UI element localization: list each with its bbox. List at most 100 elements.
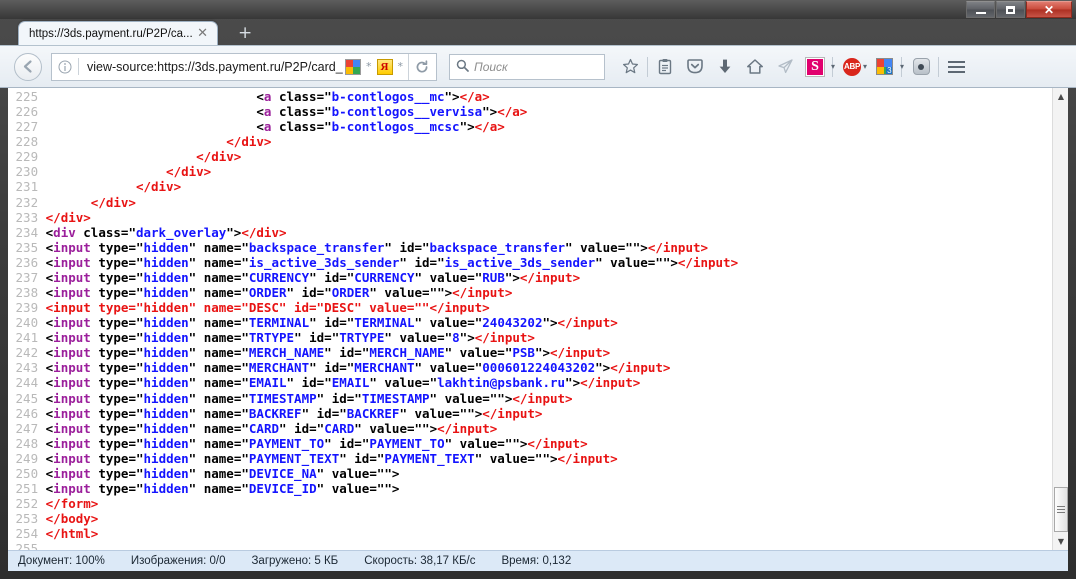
code-line: 236 <input type="hidden" name="is_active…: [8, 254, 739, 270]
line-number: 233: [8, 209, 39, 225]
line-number: 232: [8, 194, 39, 210]
scroll-down-button[interactable]: ▼: [1053, 533, 1068, 550]
line-number: 228: [8, 134, 39, 150]
line-number: 235: [8, 239, 39, 255]
vertical-scrollbar[interactable]: ▲ ▼: [1052, 88, 1068, 550]
code-line: 246 <input type="hidden" name="BACKREF" …: [8, 405, 543, 421]
code-line: 244 <input type="hidden" name="EMAIL" id…: [8, 375, 641, 391]
code-line: 243 <input type="hidden" name="MERCHANT"…: [8, 360, 671, 376]
gplus-icon: 3: [875, 58, 893, 75]
abp-chevron-down-icon[interactable]: ▾: [863, 62, 867, 71]
yandex-star-icon[interactable]: *: [398, 60, 404, 73]
skype-chevron-down-icon[interactable]: ▾: [831, 62, 835, 71]
browser-tab[interactable]: https://3ds.payment.ru/P2P/ca... ✕: [18, 21, 218, 45]
home-button[interactable]: [740, 52, 770, 82]
title-bar: ✕: [0, 0, 1076, 19]
abp-icon: ABP: [843, 57, 862, 76]
gplus-badge: 3: [886, 66, 892, 75]
line-number: 250: [8, 465, 39, 481]
line-number: 241: [8, 330, 39, 346]
eye-pupil: [918, 63, 925, 70]
toolbar-icons: S ▾ ABP ▾ 3 ▾: [615, 52, 971, 82]
code-line: 252 </form>: [8, 496, 99, 512]
yandex-search-engine-icon[interactable]: Я: [376, 58, 393, 75]
search-input[interactable]: Поиск: [474, 60, 508, 74]
code-line: 248 <input type="hidden" name="PAYMENT_T…: [8, 435, 588, 451]
line-number: 227: [8, 119, 39, 135]
line-number: 249: [8, 450, 39, 466]
code-line: 231 </div>: [8, 179, 182, 195]
back-arrow-icon: [23, 60, 32, 73]
bookmark-star-button[interactable]: [615, 52, 645, 82]
browser-window: ✕ https://3ds.payment.ru/P2P/ca... ✕ + v…: [0, 0, 1076, 579]
reading-list-button[interactable]: [650, 52, 680, 82]
html-source-code[interactable]: 225 <a class="b-contlogos__mc"></a> 226 …: [8, 89, 1052, 550]
code-line: 233 </div>: [8, 209, 91, 225]
site-identity-icon[interactable]: [52, 60, 78, 74]
privacy-badger-button[interactable]: [906, 52, 936, 82]
code-line: 225 <a class="b-contlogos__mc"></a>: [8, 89, 490, 104]
line-number: 237: [8, 269, 39, 285]
pocket-save-button[interactable]: [680, 52, 710, 82]
menu-button[interactable]: [941, 52, 971, 82]
line-number: 240: [8, 315, 39, 331]
scrollbar-thumb[interactable]: [1054, 487, 1068, 532]
code-scroll-area[interactable]: 225 <a class="b-contlogos__mc"></a> 226 …: [8, 88, 1052, 550]
send-tab-button[interactable]: [770, 52, 800, 82]
line-number: 225: [8, 89, 39, 104]
tab-strip: https://3ds.payment.ru/P2P/ca... ✕ +: [0, 19, 1076, 45]
maximize-button[interactable]: [996, 1, 1025, 18]
google-icon-q1: [346, 59, 353, 67]
code-line: 234 <div class="dark_overlay"></div>: [8, 224, 287, 240]
line-number: 230: [8, 164, 39, 180]
google-search-engine-icon[interactable]: [345, 58, 361, 75]
line-number: 253: [8, 511, 39, 527]
skype-button[interactable]: S: [800, 52, 830, 82]
code-line: 228 </div>: [8, 134, 272, 150]
code-line: 226 <a class="b-contlogos__vervisa"></a>: [8, 104, 528, 120]
google-star-icon[interactable]: *: [366, 60, 372, 73]
home-icon: [747, 59, 763, 74]
info-circle-icon: [58, 60, 72, 73]
reload-icon: [416, 59, 427, 72]
code-line: 241 <input type="hidden" name="TRTYPE" i…: [8, 330, 535, 346]
status-item-1: Изображения: 0/0: [130, 555, 226, 567]
minimize-icon: [975, 11, 986, 14]
url-text[interactable]: view-source:https://3ds.payment.ru/P2P/c…: [79, 60, 343, 74]
gplus-chevron-down-icon[interactable]: ▾: [900, 62, 904, 71]
tab-title: https://3ds.payment.ru/P2P/ca...: [29, 27, 193, 40]
address-bar[interactable]: view-source:https://3ds.payment.ru/P2P/c…: [51, 52, 437, 81]
code-line: 250 <input type="hidden" name="DEVICE_NA…: [8, 465, 400, 481]
line-number: 226: [8, 104, 39, 120]
line-number: 244: [8, 375, 39, 391]
gplus-q1: [876, 59, 885, 67]
pocket-icon: [687, 59, 703, 74]
skype-icon: S: [805, 56, 825, 77]
line-number: 238: [8, 285, 39, 301]
code-line: 235 <input type="hidden" name="backspace…: [8, 239, 709, 255]
status-item-2: Загружено: 5 КБ: [251, 555, 339, 567]
line-number: 252: [8, 496, 39, 512]
google-plus-button[interactable]: 3: [869, 52, 899, 82]
close-button[interactable]: ✕: [1026, 1, 1072, 18]
code-line: 251 <input type="hidden" name="DEVICE_ID…: [8, 481, 400, 497]
line-number: 255: [8, 541, 39, 550]
code-line: 227 <a class="b-contlogos__mcsc"></a>: [8, 119, 505, 135]
line-number: 243: [8, 360, 39, 376]
code-line: 249 <input type="hidden" name="PAYMENT_T…: [8, 450, 618, 466]
search-bar[interactable]: Поиск: [449, 53, 605, 80]
downloads-button[interactable]: [710, 52, 740, 82]
tab-close-icon[interactable]: ✕: [194, 27, 211, 40]
maximize-icon: [1006, 5, 1015, 14]
line-number: 231: [8, 179, 39, 195]
source-view-content: 225 <a class="b-contlogos__mc"></a> 226 …: [8, 88, 1068, 550]
line-number: 247: [8, 420, 39, 436]
scroll-up-button[interactable]: ▲: [1053, 88, 1068, 105]
scrollbar-grip: [1057, 506, 1065, 513]
new-tab-button[interactable]: +: [238, 25, 252, 42]
code-line: 232 </div>: [8, 194, 136, 210]
back-button[interactable]: [14, 52, 42, 81]
reload-button[interactable]: [408, 53, 434, 80]
status-item-0: Документ: 100%: [18, 555, 105, 567]
minimize-button[interactable]: [966, 1, 995, 18]
